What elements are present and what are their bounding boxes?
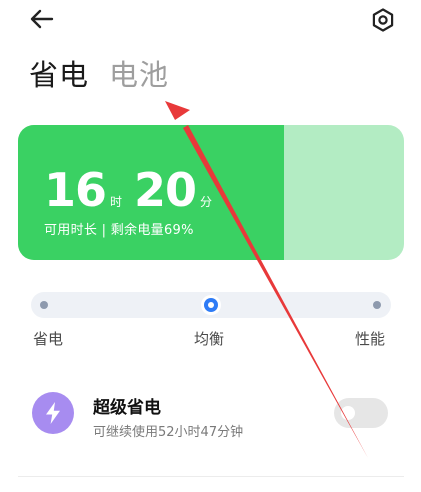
toggle-knob xyxy=(341,406,355,420)
tab-battery[interactable]: 电池 xyxy=(109,55,169,95)
back-arrow-icon xyxy=(30,9,54,29)
top-bar xyxy=(0,0,421,44)
super-saver-toggle[interactable] xyxy=(334,398,388,428)
mode-label-performance[interactable]: 性能 xyxy=(355,328,385,349)
mode-slider[interactable] xyxy=(31,292,391,318)
super-saver-subtitle: 可继续使用52小时47分钟 xyxy=(93,425,244,440)
annotation-arrow-head xyxy=(165,101,190,120)
back-button[interactable] xyxy=(26,4,58,34)
mode-dot-power-saving[interactable] xyxy=(40,301,48,309)
mode-slider-handle-core xyxy=(208,302,214,308)
battery-card: 16 时 20 分 可用时长 | 剩余电量69% xyxy=(18,125,404,260)
page-tabs: 省电 电池 xyxy=(29,55,169,97)
lightning-icon xyxy=(46,402,60,424)
super-saver-row[interactable]: 超级省电 可继续使用52小时47分钟 xyxy=(0,380,421,448)
settings-button[interactable] xyxy=(366,4,400,36)
super-saver-icon-badge xyxy=(32,392,74,434)
mode-label-power-saving[interactable]: 省电 xyxy=(33,328,63,349)
tab-power-saving[interactable]: 省电 xyxy=(29,55,89,95)
minutes-unit: 分 xyxy=(200,195,213,209)
remaining-hours: 16 xyxy=(44,163,107,217)
remaining-minutes: 20 xyxy=(134,163,197,217)
divider xyxy=(18,476,404,477)
mode-label-balanced[interactable]: 均衡 xyxy=(194,328,224,349)
battery-subtitle: 可用时长 | 剩余电量69% xyxy=(44,223,194,238)
remaining-time: 16 时 20 分 xyxy=(44,163,224,217)
hours-unit: 时 xyxy=(110,195,123,209)
mode-slider-handle-ring xyxy=(204,298,218,312)
gear-icon xyxy=(372,8,394,32)
mode-dot-performance[interactable] xyxy=(373,301,381,309)
mode-slider-handle[interactable] xyxy=(201,295,221,315)
super-saver-title: 超级省电 xyxy=(93,398,161,418)
